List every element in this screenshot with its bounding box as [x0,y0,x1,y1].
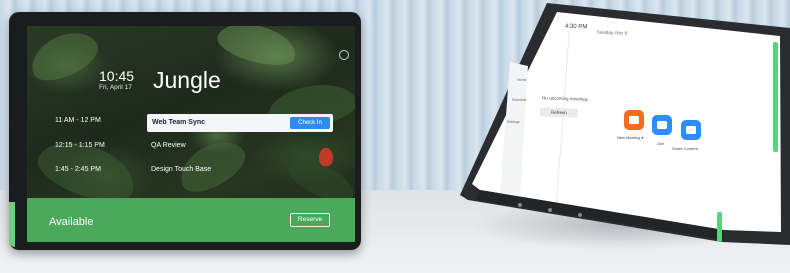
controller-time: 4:30 PM [564,23,588,31]
video-camera-icon [629,116,639,124]
controller-date: Tuesday, Nov 8 [595,29,628,36]
new-meeting-label: New Meeting ▾ [617,135,644,140]
plus-icon [657,121,667,129]
share-content-tile[interactable] [681,120,701,140]
new-meeting-tile[interactable] [624,110,644,130]
status-led-strip-bottom [717,212,722,242]
join-label: Join [657,141,665,146]
share-screen-icon [686,126,696,134]
status-led-strip-right [773,41,778,153]
refresh-button[interactable]: Refresh [539,107,579,118]
join-tile[interactable] [652,115,672,135]
nav-home[interactable]: Home [517,78,526,82]
nav-settings[interactable]: Settings [507,120,520,124]
nav-schedule[interactable]: Schedule [512,98,527,102]
zoom-controller-tablet [460,3,790,245]
share-content-label: Share Content [672,146,698,151]
